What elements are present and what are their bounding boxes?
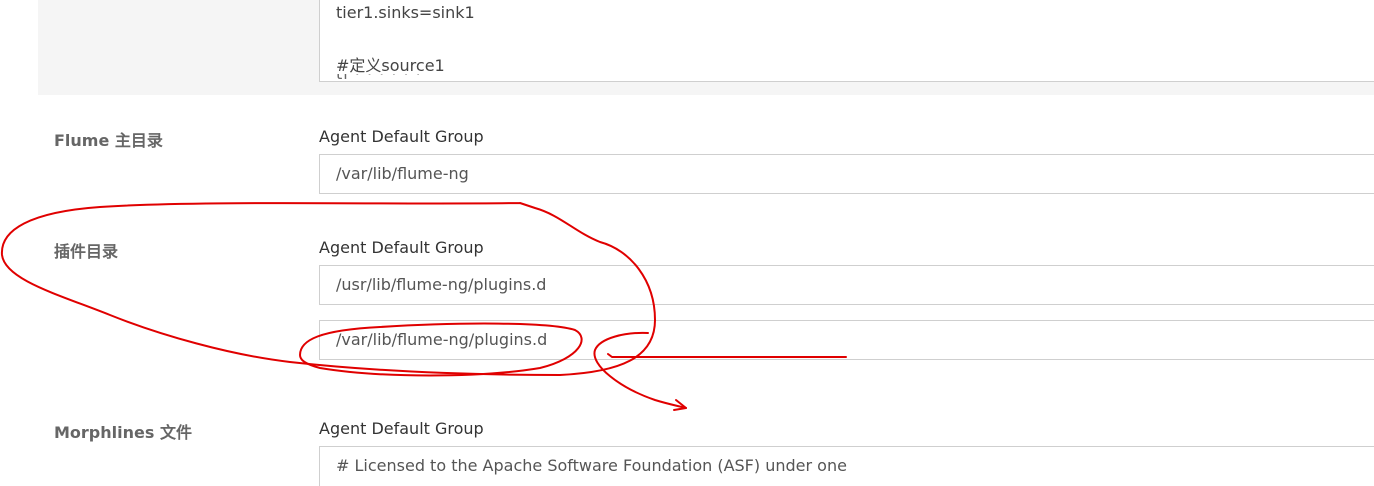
plugin-dirs-group-label: Agent Default Group [319, 238, 484, 257]
morphlines-group-label: Agent Default Group [319, 419, 484, 438]
config-line-comment: #定义source1 [336, 56, 445, 75]
flume-home-group-label: Agent Default Group [319, 127, 484, 146]
flume-home-input[interactable]: /var/lib/flume-ng [319, 154, 1374, 194]
plugin-dir-input-1[interactable]: /usr/lib/flume-ng/plugins.d [319, 265, 1374, 305]
morphlines-file-label: Morphlines 文件 [54, 423, 192, 442]
morphlines-textarea[interactable]: # Licensed to the Apache Software Founda… [319, 446, 1374, 486]
config-line-truncated: ti · · · · · · [336, 74, 876, 81]
plugin-dir-input-2[interactable]: /var/lib/flume-ng/plugins.d [319, 320, 1374, 360]
arrow-head-stroke [673, 399, 687, 411]
config-line-sinks: tier1.sinks=sink1 [336, 3, 475, 22]
plugin-dirs-label: 插件目录 [54, 242, 119, 261]
agent-config-textarea[interactable]: tier1.sinks=sink1 #定义source1 ti · · · · … [319, 0, 1374, 82]
flume-home-label: Flume 主目录 [54, 131, 163, 150]
